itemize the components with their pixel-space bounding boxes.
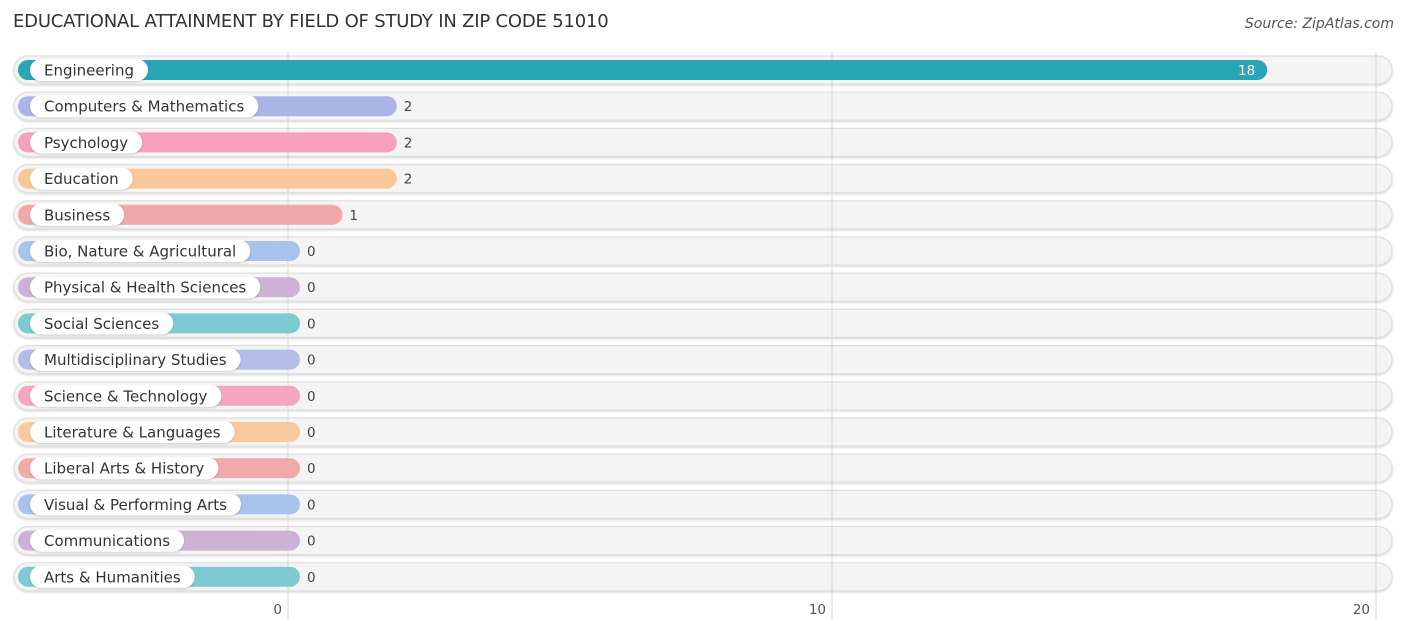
bar-group: Liberal Arts & History 0 [18,457,316,480]
bar-group: Social Sciences 0 [18,312,316,335]
category-label: Literature & Languages [44,424,221,442]
bar-chart: Engineering 18Computers & Mathematics 2Psy… [13,52,1393,619]
category-label: Computers & Mathematics [44,98,244,116]
x-tick-label: 20 [1353,602,1370,618]
category-label: Social Sciences [44,315,159,333]
category-label: Science & Technology [44,387,208,405]
category-label: Business [44,206,110,224]
value-label: 0 [307,461,316,477]
value-label: 0 [307,534,316,550]
bar-group: Science & Technology 0 [18,384,316,407]
category-label: Psychology [44,134,128,152]
value-label: 0 [307,389,316,405]
value-label: 2 [404,99,413,115]
category-label: Liberal Arts & History [44,460,204,478]
bar-group: Computers & Mathematics 2 [18,95,413,118]
value-label: 0 [307,244,316,260]
value-label: 0 [307,280,316,296]
category-label: Arts & Humanities [44,568,181,586]
bar-group: Arts & Humanities 0 [18,565,316,588]
bar-group: Literature & Languages 0 [18,421,316,443]
category-label: Engineering [44,62,134,80]
value-label: 0 [307,570,316,586]
x-tick-label: 10 [809,602,826,618]
value-label: 2 [404,172,413,188]
category-label: Communications [44,532,170,550]
value-label: 0 [307,497,316,513]
x-tick-label: 0 [273,602,282,618]
category-label: Physical & Health Sciences [44,279,246,297]
bar-group: Education 2 [18,167,413,190]
bar-group: Physical & Health Sciences 0 [18,276,316,299]
value-label: 18 [1238,63,1255,79]
bar-group: Multidisciplinary Studies 0 [18,348,316,371]
bar-group: Psychology 2 [18,131,413,154]
category-label: Bio, Nature & Agricultural [44,243,236,261]
value-label: 0 [307,316,316,332]
value-label: 0 [307,353,316,369]
bar-group: Visual & Performing Arts 0 [18,493,316,516]
category-label: Multidisciplinary Studies [44,351,227,369]
bar-group: Communications 0 [18,529,316,552]
value-label: 0 [307,425,316,441]
bar-group: Engineering 18 [18,59,1268,81]
value-label: 1 [349,208,358,224]
value-label: 2 [404,135,413,151]
category-label: Visual & Performing Arts [44,496,227,514]
bar-group: Bio, Nature & Agricultural 0 [18,240,316,262]
bar-group: Business 1 [18,203,358,226]
bar [18,60,1268,80]
category-label: Education [44,170,119,188]
